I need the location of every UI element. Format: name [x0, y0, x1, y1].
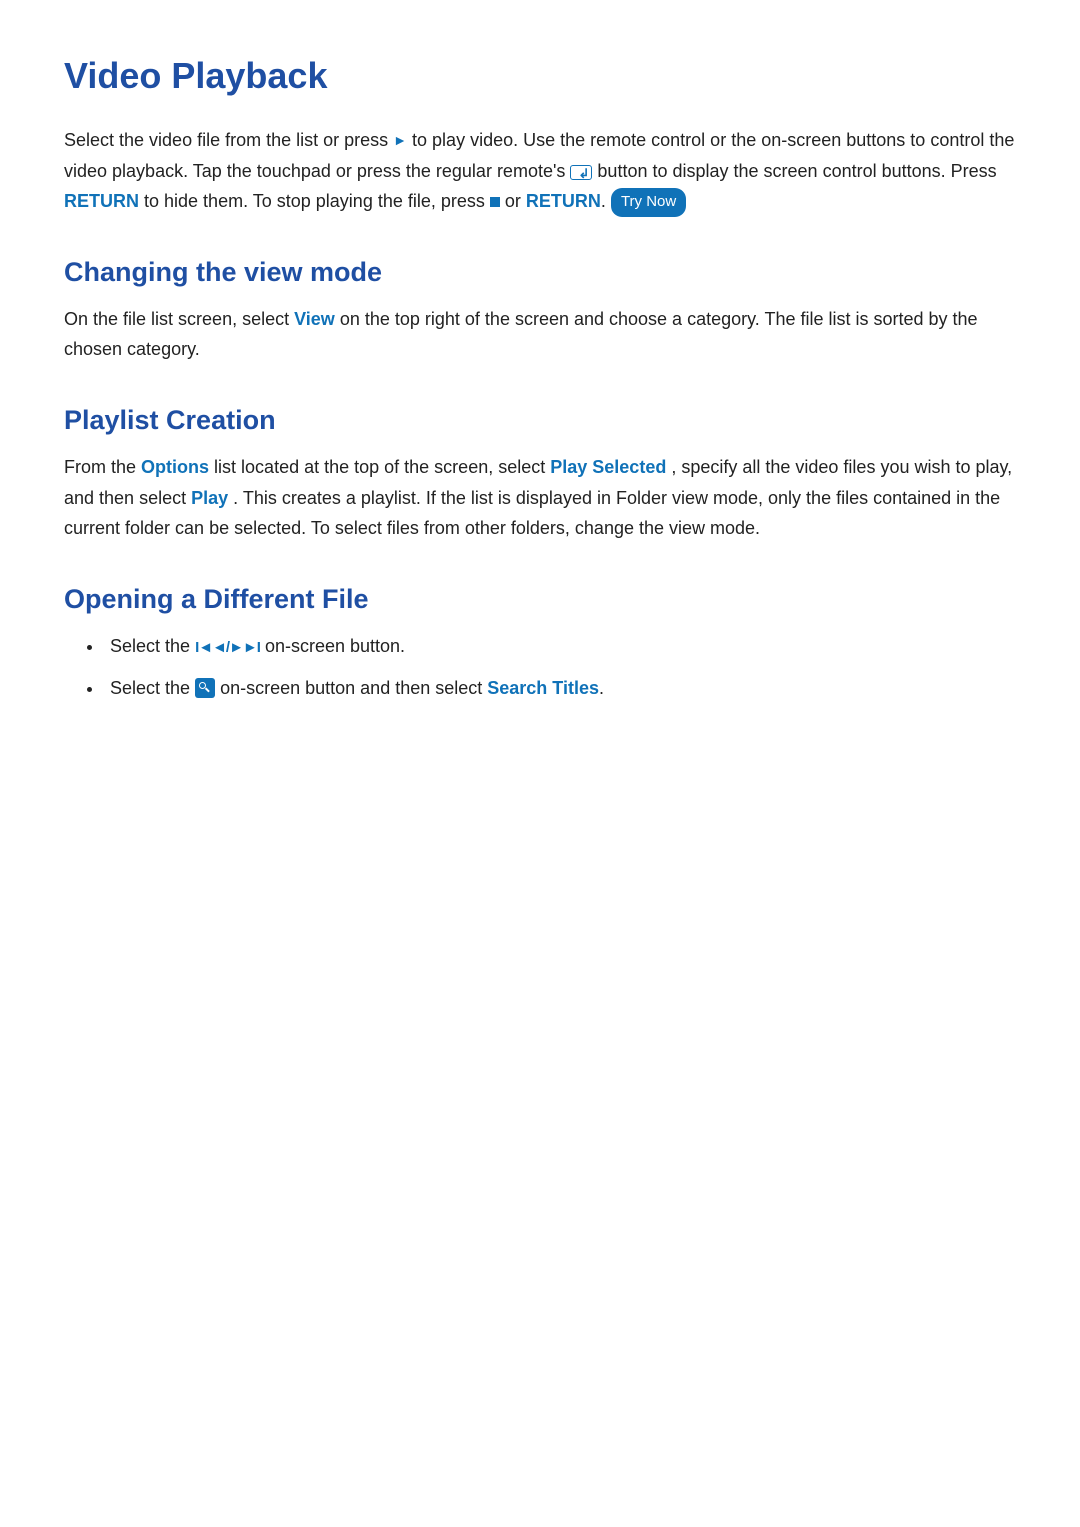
intro-text-3: button to display the screen control but…	[597, 161, 996, 181]
section-heading-open-file: Opening a Different File	[64, 584, 1016, 615]
play-selected-label: Play Selected	[550, 457, 666, 477]
open-file-b1-b: on-screen button.	[265, 636, 405, 656]
skip-prev-next-icon: I◄◄/►►I	[195, 639, 260, 656]
stop-icon	[490, 197, 500, 207]
section-heading-playlist: Playlist Creation	[64, 405, 1016, 436]
playlist-paragraph: From the Options list located at the top…	[64, 452, 1016, 544]
playlist-a: From the	[64, 457, 141, 477]
return-label-2: RETURN	[526, 191, 601, 211]
search-titles-label: Search Titles	[487, 678, 599, 698]
try-now-badge[interactable]: Try Now	[611, 188, 686, 217]
document-page: Video Playback Select the video file fro…	[0, 0, 1080, 1527]
intro-text-6: .	[601, 191, 611, 211]
open-file-list: Select the I◄◄/►►I on-screen button. Sel…	[64, 631, 1016, 704]
return-label-1: RETURN	[64, 191, 139, 211]
open-file-b2-b: on-screen button and then select	[220, 678, 487, 698]
list-item: Select the on-screen button and then sel…	[104, 673, 1016, 704]
open-file-b1-a: Select the	[110, 636, 195, 656]
options-label: Options	[141, 457, 209, 477]
play-icon: ►	[393, 129, 407, 153]
intro-text-4: to hide them. To stop playing the file, …	[144, 191, 490, 211]
enter-icon	[570, 165, 592, 180]
list-item: Select the I◄◄/►►I on-screen button.	[104, 631, 1016, 662]
view-mode-a: On the file list screen, select	[64, 309, 294, 329]
view-label: View	[294, 309, 335, 329]
intro-text-1: Select the video file from the list or p…	[64, 130, 393, 150]
playlist-b: list located at the top of the screen, s…	[214, 457, 550, 477]
search-tile-icon	[195, 678, 215, 698]
intro-paragraph: Select the video file from the list or p…	[64, 125, 1016, 217]
view-mode-paragraph: On the file list screen, select View on …	[64, 304, 1016, 365]
intro-text-5: or	[505, 191, 526, 211]
open-file-b2-c: .	[599, 678, 604, 698]
open-file-b2-a: Select the	[110, 678, 195, 698]
play-label: Play	[191, 488, 228, 508]
page-title: Video Playback	[64, 55, 1016, 97]
section-heading-view-mode: Changing the view mode	[64, 257, 1016, 288]
